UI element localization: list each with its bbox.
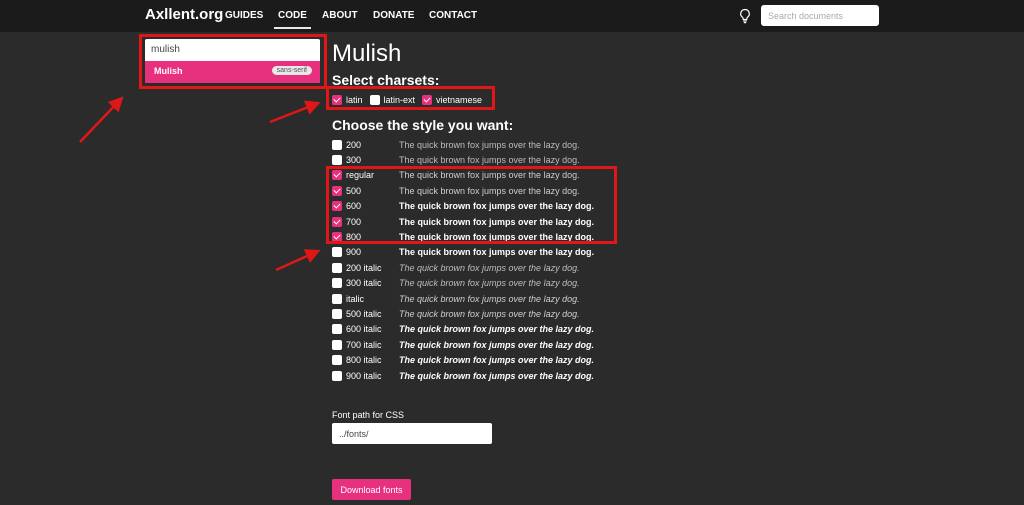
annotation-arrow-styles [275, 249, 321, 272]
annotation-arrow-charsets [269, 100, 321, 124]
annotation-arrows [79, 96, 321, 272]
annotation-arrow-font-select [79, 96, 124, 143]
